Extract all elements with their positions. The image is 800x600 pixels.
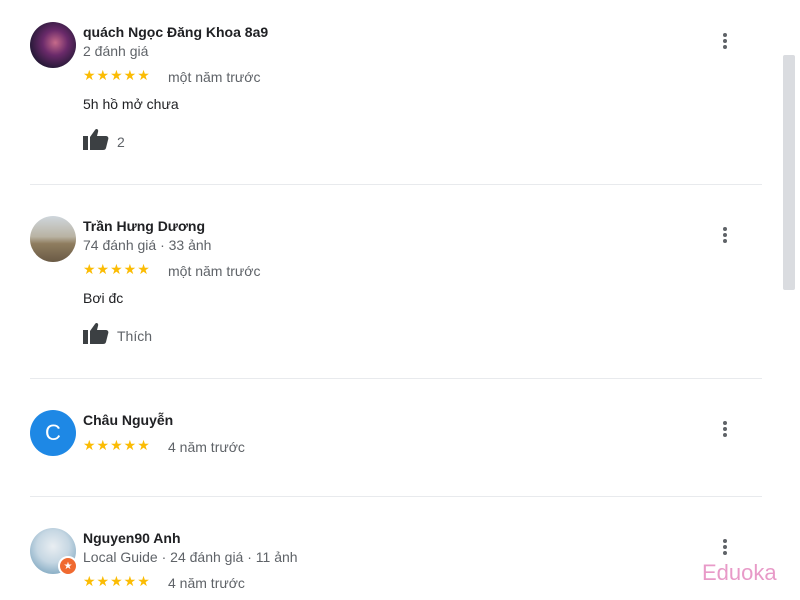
review-time: một năm trước (168, 263, 261, 279)
avatar[interactable] (30, 22, 76, 68)
more-options-icon[interactable] (716, 536, 734, 558)
star-rating: ★★★★★ (83, 573, 151, 589)
reviewer-name[interactable]: quách Ngọc Đăng Khoa 8a9 (83, 24, 268, 40)
avatar[interactable]: C (30, 410, 76, 456)
reviewer-name[interactable]: Trần Hưng Dương (83, 218, 205, 234)
scrollbar-thumb[interactable] (783, 55, 795, 290)
like-count: 2 (117, 133, 125, 150)
divider (30, 378, 762, 379)
reviewer-meta: 2 đánh giá (83, 43, 149, 59)
review-time: 4 năm trước (168, 439, 245, 455)
star-rating: ★★★★★ (83, 67, 151, 83)
like-button[interactable]: 2 (83, 128, 125, 155)
divider (30, 496, 762, 497)
thumbs-up-icon (83, 128, 109, 155)
review-time: một năm trước (168, 69, 261, 85)
like-button[interactable]: Thích (83, 322, 152, 349)
review-text: Bơi đc (83, 290, 124, 306)
review-time: 4 năm trước (168, 575, 245, 591)
star-rating: ★★★★★ (83, 437, 151, 453)
thumbs-up-icon (83, 322, 109, 349)
watermark: Eduoka (702, 560, 777, 585)
more-options-icon[interactable] (716, 224, 734, 246)
divider (30, 184, 762, 185)
reviewer-meta: Local Guide · 24 đánh giá · 11 ảnh (83, 549, 298, 565)
reviewer-name[interactable]: Châu Nguyễn (83, 412, 173, 428)
more-options-icon[interactable] (716, 30, 734, 52)
reviewer-name[interactable]: Nguyen90 Anh (83, 530, 181, 546)
avatar[interactable] (30, 216, 76, 262)
reviewer-meta: 74 đánh giá · 33 ảnh (83, 237, 212, 253)
local-guide-badge-icon: ★ (58, 556, 78, 576)
more-options-icon[interactable] (716, 418, 734, 440)
like-label: Thích (117, 327, 153, 344)
star-rating: ★★★★★ (83, 261, 151, 277)
review-text: 5h hồ mở chưa (83, 96, 179, 112)
